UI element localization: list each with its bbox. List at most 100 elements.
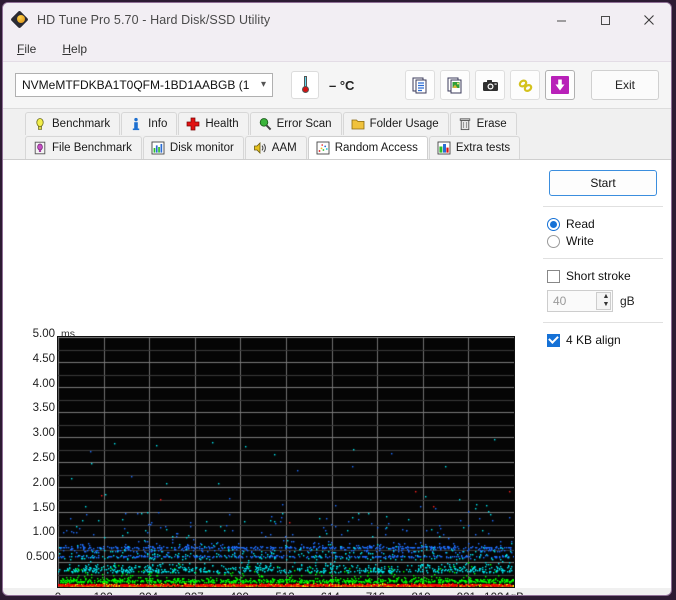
tab-file-benchmark[interactable]: File Benchmark	[25, 136, 142, 159]
red-cross-icon	[187, 117, 200, 131]
random-access-panel: ms 5.00 4.50 4.00 3.50 3.00 2.50 2.00 1.50 1.00 0…	[3, 159, 671, 595]
y-tick-label: 3.50	[32, 402, 55, 415]
radio-write-label: Write	[566, 234, 594, 248]
y-tick-label: 1.00	[32, 526, 55, 539]
spinner-up-icon[interactable]: ▲	[603, 293, 610, 300]
short-stroke-unit: gB	[620, 294, 635, 308]
tab-disk-monitor[interactable]: Disk monitor	[142, 136, 244, 159]
checkbox-short-stroke[interactable]: Short stroke	[547, 269, 665, 283]
tab-disk-monitor-label: Disk monitor	[169, 142, 234, 154]
copy-text-icon[interactable]	[405, 70, 435, 100]
tab-random-access-label: Random Access	[334, 142, 418, 154]
tab-random-access[interactable]: Random Access	[307, 136, 428, 159]
toolbar-icons	[405, 70, 575, 100]
divider-1	[543, 206, 663, 207]
file-benchmark-icon	[34, 141, 46, 155]
start-button[interactable]: Start	[549, 170, 657, 196]
speaker-icon	[253, 142, 266, 154]
menu-bar: File Help	[3, 37, 671, 62]
magnifier-icon	[259, 118, 271, 131]
y-tick-label: 2.50	[32, 452, 55, 464]
short-stroke-value: 40	[553, 294, 567, 308]
radio-write[interactable]: Write	[547, 234, 665, 248]
x-tick-label: 0	[55, 592, 61, 595]
x-tick-label: 512	[275, 592, 294, 595]
link-chain-icon[interactable]	[510, 70, 540, 100]
tab-error-scan-label: Error Scan	[276, 118, 332, 130]
exit-button[interactable]: Exit	[591, 70, 659, 100]
x-tick-label: 102	[94, 592, 113, 595]
tab-extra-tests-label: Extra tests	[455, 142, 511, 154]
checkbox-short-stroke-label: Short stroke	[566, 269, 631, 283]
y-tick-label: 0.500	[26, 551, 55, 564]
menu-file-rest: ile	[24, 42, 37, 56]
y-tick-label: 5.00	[32, 328, 55, 340]
download-arrow-icon[interactable]	[545, 70, 575, 100]
menu-help-rest: elp	[71, 42, 88, 56]
screenshot-camera-icon[interactable]	[475, 70, 505, 100]
minimize-icon[interactable]	[539, 3, 583, 37]
thermometer-icon	[301, 76, 309, 94]
hdtune-app-icon	[10, 10, 29, 29]
bar-chart-icon	[151, 141, 165, 155]
window-title: HD Tune Pro 5.70 - Hard Disk/SSD Utility	[37, 13, 271, 27]
x-tick-label: 307	[185, 592, 204, 595]
tab-bar: Benchmark Info Health Error Scan Folder …	[3, 109, 671, 159]
maximize-icon[interactable]	[583, 3, 627, 37]
spinner-down-icon[interactable]: ▼	[603, 301, 610, 308]
tab-health-label: Health	[205, 118, 239, 130]
y-tick-label: 1.50	[32, 501, 55, 514]
extra-tests-icon	[437, 141, 451, 155]
tab-benchmark[interactable]: Benchmark	[25, 112, 121, 135]
info-icon	[132, 117, 140, 131]
x-tick-label: 819	[412, 592, 431, 595]
tab-file-benchmark-label: File Benchmark	[52, 142, 132, 154]
lightbulb-icon	[36, 118, 44, 130]
tab-aam-label: AAM	[271, 142, 297, 154]
tab-folder-usage-label: Folder Usage	[369, 118, 439, 130]
checkbox-4kb-align-indicator	[547, 333, 560, 347]
temperature-value: – °C	[329, 77, 355, 93]
radio-write-indicator	[547, 234, 560, 248]
scatter-plot-icon	[316, 141, 330, 155]
x-tick-label: 1024gB	[484, 592, 524, 595]
temperature-button[interactable]	[291, 71, 319, 99]
tab-benchmark-label: Benchmark	[52, 118, 111, 130]
chart-plot-area	[57, 336, 515, 588]
tab-error-scan[interactable]: Error Scan	[249, 112, 342, 135]
tab-health[interactable]: Health	[178, 112, 249, 135]
x-tick-label: 409	[230, 592, 249, 595]
x-tick-label: 716	[366, 592, 385, 595]
tab-info-label: Info	[148, 118, 168, 130]
checkbox-short-stroke-indicator	[547, 269, 560, 283]
hdtune-window: HD Tune Pro 5.70 - Hard Disk/SSD Utility…	[2, 2, 672, 596]
menu-file[interactable]: File	[13, 40, 48, 58]
y-tick-label: 4.50	[32, 352, 55, 365]
menu-help[interactable]: Help	[58, 40, 99, 58]
tab-aam[interactable]: AAM	[244, 136, 307, 159]
divider-3	[543, 322, 663, 323]
radio-read[interactable]: Read	[547, 217, 665, 231]
drive-select[interactable]: NVMeMTFDKBA1T0QFM-1BD1AABGB (1 ▾	[15, 73, 273, 97]
x-tick-label: 204	[139, 592, 158, 595]
control-panel: Start Read Write Short stroke 40 ▲ ▼ gB …	[541, 166, 665, 350]
tab-info[interactable]: Info	[121, 112, 178, 135]
tab-erase[interactable]: Erase	[449, 112, 517, 135]
tab-folder-usage[interactable]: Folder Usage	[342, 112, 449, 135]
trash-icon	[459, 118, 470, 131]
divider-2	[543, 258, 663, 259]
tab-extra-tests[interactable]: Extra tests	[428, 136, 521, 159]
chart-y-axis: 5.00 4.50 4.00 3.50 3.00 2.50 2.00 1.50 1.00 0.50…	[11, 328, 55, 590]
short-stroke-size-row: 40 ▲ ▼ gB	[547, 290, 665, 312]
short-stroke-stepper[interactable]: ▲ ▼	[596, 292, 611, 310]
copy-image-icon[interactable]	[440, 70, 470, 100]
x-tick-label: 921	[457, 592, 476, 595]
checkbox-4kb-align[interactable]: 4 KB align	[547, 333, 665, 347]
short-stroke-input[interactable]: 40 ▲ ▼	[547, 290, 613, 312]
drive-select-value: NVMeMTFDKBA1T0QFM-1BD1AABGB (1	[22, 78, 250, 92]
chart-x-axis: 0 102 204 307 409 512 614 716 819 921 1024gB	[3, 592, 533, 595]
y-tick-label: 4.00	[32, 377, 55, 390]
y-tick-label: 3.00	[32, 427, 55, 440]
chevron-down-icon: ▾	[260, 79, 266, 90]
close-icon[interactable]	[627, 3, 671, 37]
